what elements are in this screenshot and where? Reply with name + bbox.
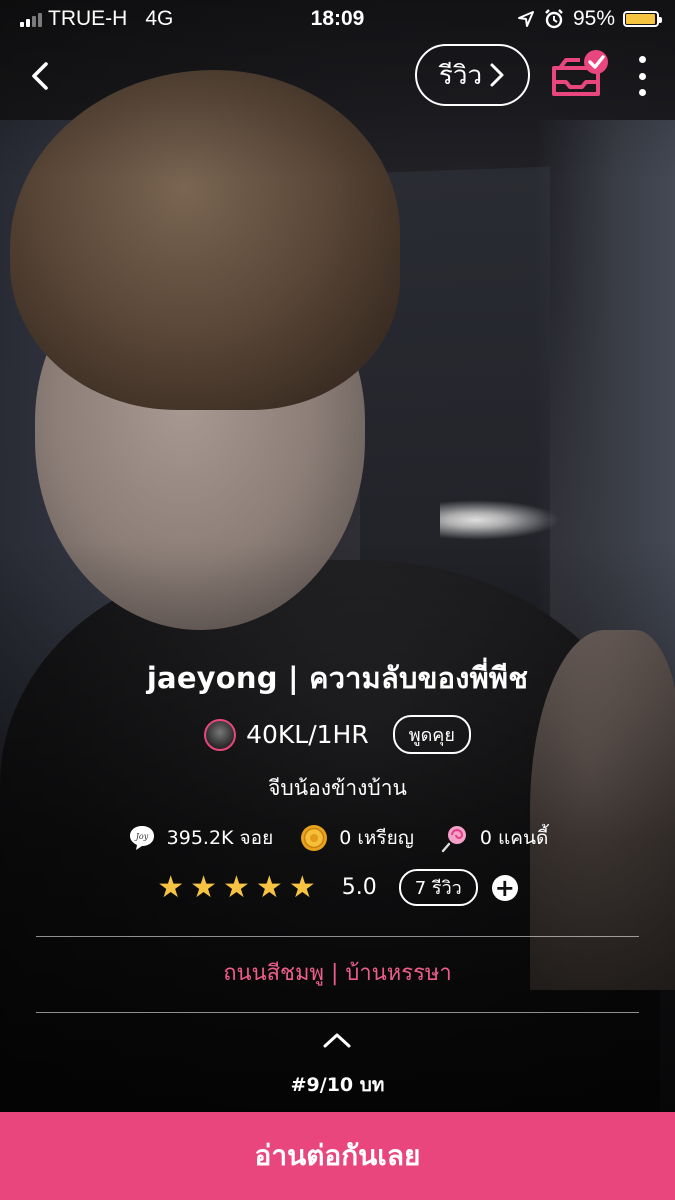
inbox-check-icon[interactable] (550, 50, 610, 100)
divider-top (36, 936, 639, 937)
reviews-count-button[interactable]: 7 รีวิว (398, 869, 478, 906)
coin-count: 0 เหรียญ (339, 827, 414, 849)
add-review-icon[interactable]: + (491, 874, 518, 901)
alarm-icon (545, 9, 563, 29)
battery-percent: 95% (572, 7, 615, 30)
story-title: jaeyong | ความลับของพี่พีช (146, 661, 529, 695)
continue-reading-button[interactable]: อ่านต่อกันเลย (0, 1112, 675, 1200)
chat-button[interactable]: พูดคุย (392, 715, 471, 754)
author-name[interactable]: 40KL/1HR (246, 720, 369, 749)
star-rating: ★ ★ ★ ★ ★ (157, 869, 322, 905)
candy-icon (441, 826, 466, 853)
rating-row: ★ ★ ★ ★ ★ 5.0 7 รีวิว + (0, 869, 675, 906)
chevron-up-icon[interactable] (322, 1030, 352, 1050)
battery-icon (623, 11, 662, 27)
author-row: 40KL/1HR พูดคุย (0, 715, 675, 754)
episode-counter: #9/10 บท (290, 1074, 385, 1096)
star-icon: ★ (288, 869, 316, 905)
stats-row: Joy 395.2K จอย 0 เหรียญ 0 แคนดี้ (0, 823, 675, 853)
joy-icon: Joy (129, 826, 154, 850)
star-icon: ★ (223, 869, 250, 905)
back-chevron-icon[interactable] (24, 56, 60, 96)
location-icon (517, 11, 534, 27)
more-vertical-icon[interactable] (630, 56, 654, 96)
svg-text:Joy: Joy (133, 832, 148, 841)
continue-reading-label: อ่านต่อกันเลย (254, 1139, 421, 1172)
rating-value: 5.0 (341, 875, 377, 900)
joy-count: 395.2K จอย (166, 827, 274, 849)
author-avatar[interactable] (204, 718, 237, 751)
chevron-right-icon (490, 63, 504, 87)
star-icon: ★ (255, 869, 283, 905)
story-tagline: จีบน้องข้างบ้าน (268, 776, 407, 800)
story-info: jaeyong | ความลับของพี่พีช 40KL/1HR พูดค… (0, 655, 675, 906)
review-button-label: รีวิว (438, 60, 483, 91)
divider-bottom (36, 1012, 639, 1013)
coin-icon (301, 825, 328, 851)
star-icon: ★ (157, 869, 185, 905)
battery-fill (626, 14, 655, 24)
cover-photo (0, 0, 675, 1200)
review-button[interactable]: รีวิว (415, 44, 530, 106)
story-category[interactable]: ถนนสีชมพู | บ้านหรรษา (0, 955, 675, 990)
candy-count: 0 แคนดี้ (479, 827, 549, 849)
star-icon: ★ (190, 869, 218, 905)
status-bar: TRUE-H 4G 18:09 95% (0, 0, 675, 38)
